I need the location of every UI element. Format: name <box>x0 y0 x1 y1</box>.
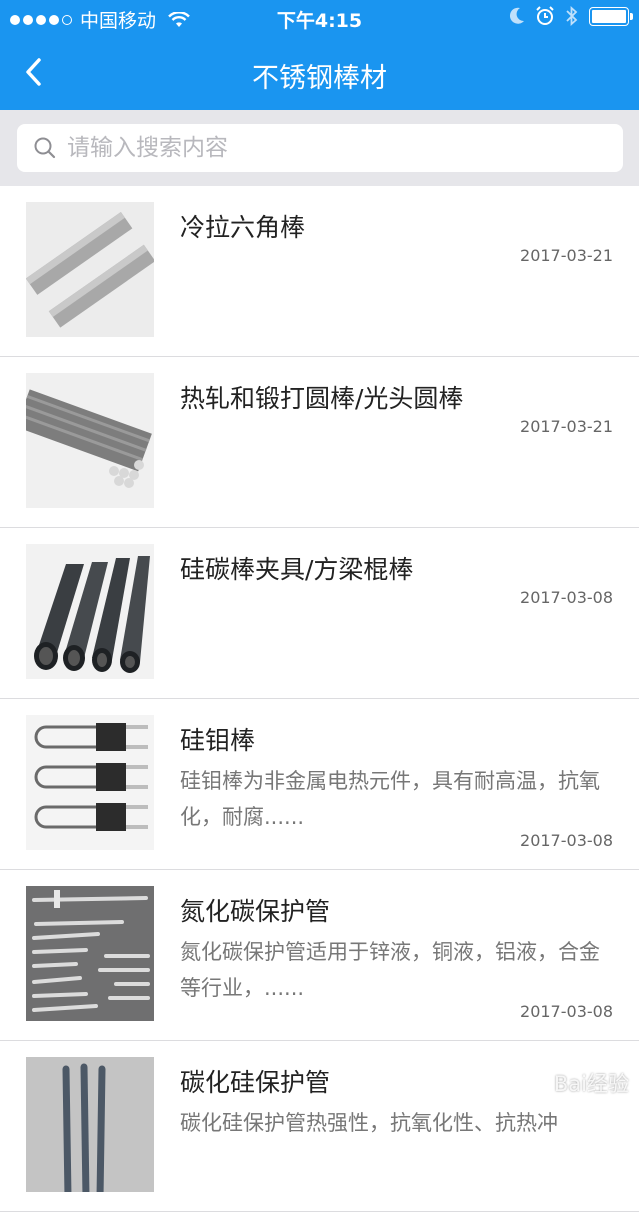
search-box[interactable] <box>17 124 623 172</box>
item-title: 硅钼棒 <box>180 726 256 755</box>
item-title: 热轧和锻打圆棒/光头圆棒 <box>180 384 464 413</box>
item-title: 硅碳棒夹具/方梁棍棒 <box>180 555 414 584</box>
item-description: 氮化碳保护管适用于锌液，铜液，铝液，合金等行业，...... <box>180 940 600 1000</box>
page-title: 不锈钢棒材 <box>252 63 387 94</box>
baidu-jingyan-watermark: Bai经验 <box>553 1072 629 1096</box>
moon-icon <box>509 7 524 24</box>
search-area <box>0 110 639 186</box>
product-thumbnail-protection-tubes <box>26 886 154 1021</box>
item-date: 2017-03-08 <box>520 831 613 850</box>
item-title: 冷拉六角棒 <box>180 213 306 242</box>
list-item[interactable]: 硅碳棒夹具/方梁棍棒 2017-03-08 <box>0 528 639 699</box>
item-date: 2017-03-21 <box>520 417 613 436</box>
item-description: 硅钼棒为非金属电热元件，具有耐高温，抗氧化，耐腐...... <box>180 769 600 829</box>
alarm-icon <box>536 6 554 25</box>
item-date: 2017-03-21 <box>520 246 613 265</box>
item-title: 氮化碳保护管 <box>180 897 331 926</box>
item-date: 2017-03-08 <box>520 1002 613 1021</box>
list-item[interactable]: 冷拉六角棒 2017-03-21 <box>0 186 639 357</box>
item-date: 2017-03-08 <box>520 588 613 607</box>
status-right <box>509 6 633 26</box>
product-thumbnail-tubes <box>26 544 154 679</box>
product-list: 冷拉六角棒 2017-03-21 热轧和锻打圆棒/光头圆棒 2017-03-21 <box>0 186 639 1212</box>
status-bar: 中国移动 下午4:15 <box>0 0 639 36</box>
product-thumbnail-hex-rod <box>26 202 154 337</box>
search-input[interactable] <box>67 135 567 161</box>
product-thumbnail-mosi2-elements <box>26 715 154 850</box>
battery-icon <box>589 6 633 26</box>
list-item[interactable]: 热轧和锻打圆棒/光头圆棒 2017-03-21 <box>0 357 639 528</box>
item-title: 碳化硅保护管 <box>180 1068 331 1097</box>
bluetooth-icon <box>566 6 578 26</box>
navigation-bar: 不锈钢棒材 <box>0 36 639 110</box>
product-thumbnail-round-bars <box>26 373 154 508</box>
product-thumbnail-sic-tubes <box>26 1057 154 1192</box>
list-item[interactable]: 碳化硅保护管 碳化硅保护管热强性，抗氧化性、抗热冲 <box>0 1041 639 1212</box>
list-item[interactable]: 氮化碳保护管 氮化碳保护管适用于锌液，铜液，铝液，合金等行业，...... 20… <box>0 870 639 1041</box>
list-item[interactable]: 硅钼棒 硅钼棒为非金属电热元件，具有耐高温，抗氧化，耐腐...... 2017-… <box>0 699 639 870</box>
search-icon <box>34 137 56 159</box>
